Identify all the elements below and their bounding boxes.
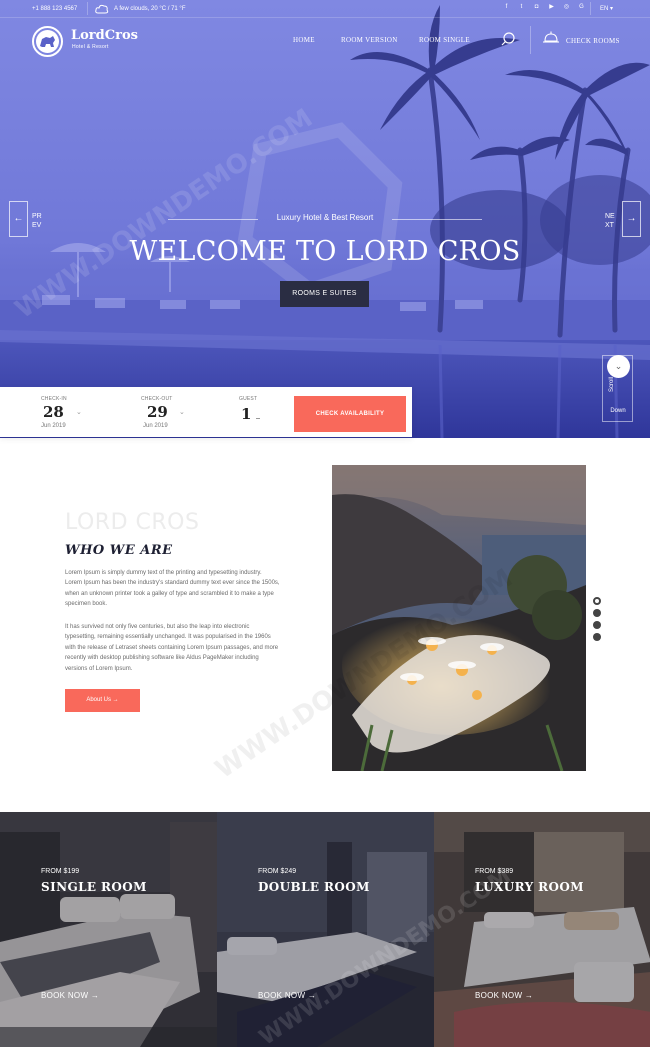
about-ghost-title: LORD CROS (65, 510, 200, 535)
chevron-down-icon[interactable]: ⌄ (607, 355, 630, 378)
next-label: NE XT (605, 213, 615, 229)
nav-home[interactable]: HOME (293, 36, 315, 44)
about-us-button[interactable]: About Us → (65, 689, 140, 712)
slider-dot-active[interactable] (593, 597, 601, 605)
prev-label: PR EV (32, 213, 42, 229)
checkout-day[interactable]: 29 (147, 403, 168, 421)
language-selector[interactable]: EN ▾ (600, 5, 613, 12)
checkin-day[interactable]: 28 (43, 403, 64, 421)
luxury-room-image (434, 812, 650, 1047)
hero-section: +1 888 123 4567 A few clouds, 20 °C / 71… (0, 0, 650, 438)
brand-name[interactable]: LordCros (71, 28, 138, 43)
check-rooms-link[interactable]: CHECK ROOMS (566, 37, 620, 45)
google-icon[interactable]: G (578, 4, 585, 11)
divider (590, 2, 591, 15)
lion-logo-icon (36, 30, 59, 53)
prev-slide-button[interactable]: ← (9, 201, 28, 237)
social-links: f t ◘ ▶ ◎ G (503, 4, 585, 11)
decorative-line (392, 219, 482, 220)
checkin-month: Jun 2019 (41, 423, 66, 429)
hero-subtitle: Luxury Hotel & Best Resort (276, 213, 374, 222)
dribbble-icon[interactable]: ◎ (563, 4, 570, 11)
book-now-link[interactable]: BOOK NOW → (475, 991, 533, 1000)
arrow-right-icon: → (626, 213, 637, 224)
phone-number[interactable]: +1 888 123 4567 (32, 6, 77, 12)
cloud-icon (95, 4, 109, 14)
room-price: FROM $249 (258, 868, 297, 875)
nav-room-single[interactable]: ROOM SINGLE (419, 36, 470, 44)
top-info-bar: +1 888 123 4567 A few clouds, 20 °C / 71… (0, 0, 650, 18)
room-name[interactable]: SINGLE ROOM (41, 880, 147, 894)
about-paragraph-1: Lorem Ipsum is simply dummy text of the … (65, 570, 280, 608)
slider-dot[interactable] (593, 621, 601, 629)
logo-badge[interactable] (32, 26, 63, 57)
search-icon[interactable] (500, 31, 516, 47)
book-now-link[interactable]: BOOK NOW → (41, 991, 99, 1000)
nav-room-version[interactable]: ROOM VERSION (341, 36, 398, 44)
next-slide-button[interactable]: → (622, 201, 641, 237)
reception-bell-icon (543, 31, 559, 43)
instagram-icon[interactable]: ◘ (533, 4, 540, 11)
checkout-month: Jun 2019 (143, 423, 168, 429)
divider (87, 2, 88, 15)
about-title: WHO WE ARE (65, 543, 173, 558)
scroll-label: Scroll (609, 376, 615, 392)
room-name[interactable]: DOUBLE ROOM (258, 880, 370, 894)
chevron-down-icon[interactable]: ⌄ (179, 408, 185, 416)
checkin-label: CHECK-IN (41, 396, 67, 402)
divider (530, 26, 531, 54)
decrement-icon[interactable] (256, 418, 260, 419)
guest-label: GUEST (239, 396, 258, 402)
chevron-down-icon[interactable]: ⌄ (76, 408, 82, 416)
arrow-left-icon: ← (13, 213, 24, 224)
twitter-icon[interactable]: t (518, 4, 525, 11)
brand-tagline: Hotel & Resort (72, 44, 109, 50)
down-label: Down (610, 408, 626, 414)
room-card-single[interactable] (0, 812, 217, 1047)
guest-count[interactable]: 1 (241, 405, 251, 423)
slider-dot[interactable] (593, 609, 601, 617)
room-price: FROM $199 (41, 868, 80, 875)
slider-dot[interactable] (593, 633, 601, 641)
single-room-image (0, 812, 217, 1047)
facebook-icon[interactable]: f (503, 4, 510, 11)
room-card-luxury[interactable] (434, 812, 650, 1047)
check-availability-button[interactable]: CHECK AVAILABILITY (294, 396, 406, 432)
about-paragraph-2: It has survived not only five centuries,… (65, 624, 279, 672)
rooms-suites-button[interactable]: ROOMS E SUITES (280, 281, 369, 307)
youtube-icon[interactable]: ▶ (548, 4, 555, 11)
checkout-label: CHECK-OUT (141, 396, 173, 402)
weather-text: A few clouds, 20 °C / 71 °F (114, 6, 186, 12)
